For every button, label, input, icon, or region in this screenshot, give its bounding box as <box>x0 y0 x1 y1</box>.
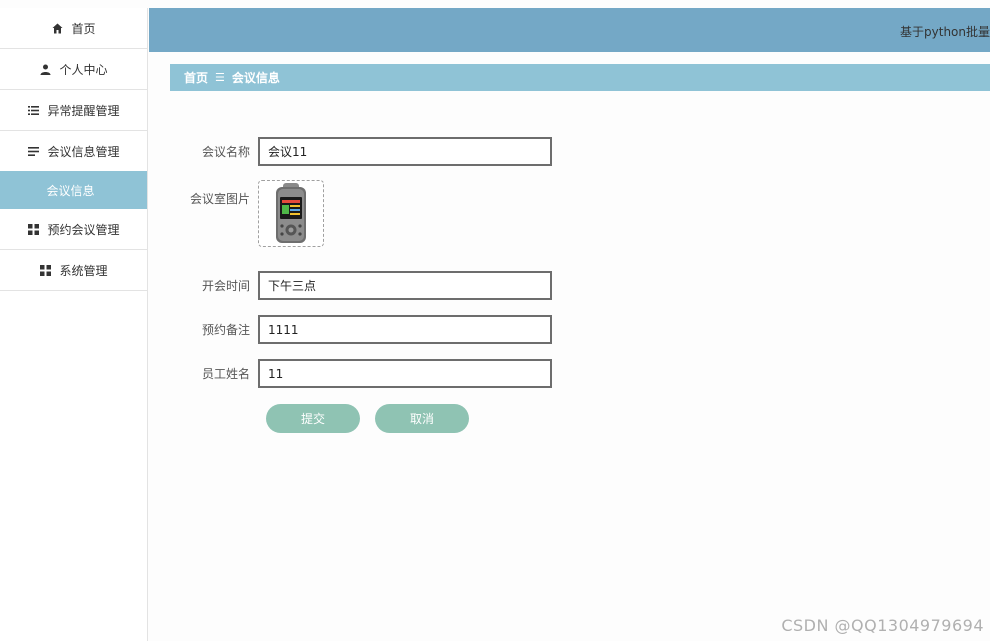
home-icon <box>51 22 63 34</box>
form-row-booking-note: 预约备注 <box>180 315 552 344</box>
sidebar-item-system-management[interactable]: 系统管理 <box>0 250 147 291</box>
sidebar-item-label: 系统管理 <box>59 263 108 278</box>
sidebar-item-label: 预约会议管理 <box>47 222 120 237</box>
system-title: 基于python批量 <box>900 25 990 39</box>
grid-icon <box>39 264 51 276</box>
employee-name-label: 员工姓名 <box>201 367 250 381</box>
form-row-meeting-time: 开会时间 <box>180 271 552 300</box>
employee-name-input[interactable] <box>258 359 552 388</box>
meeting-name-label: 会议名称 <box>201 145 250 159</box>
grid-icon <box>27 223 39 235</box>
submit-button[interactable]: 提交 <box>266 404 360 433</box>
menu-icon <box>27 145 39 157</box>
breadcrumb: 首页 ☰ 会议信息 <box>170 64 990 91</box>
booking-note-label: 预约备注 <box>201 323 250 337</box>
sidebar-item-label: 会议信息 <box>46 183 95 198</box>
sidebar-subitem-meeting-info[interactable]: 会议信息 <box>0 171 147 209</box>
meeting-time-label: 开会时间 <box>201 279 250 293</box>
recorder-device-image <box>276 182 306 243</box>
booking-note-input[interactable] <box>258 315 552 344</box>
meeting-name-input[interactable] <box>258 137 552 166</box>
sidebar: 首页 个人中心 异常提醒管理 会议信息管理 会议信息 预约会议管理 系统管理 <box>0 8 148 641</box>
room-image-label: 会议室图片 <box>189 192 250 206</box>
room-image-upload[interactable] <box>258 180 324 247</box>
sidebar-item-label: 首页 <box>71 21 96 36</box>
breadcrumb-separator-icon: ☰ <box>215 71 225 84</box>
sidebar-item-home[interactable]: 首页 <box>0 8 147 49</box>
form-row-room-image: 会议室图片 <box>180 180 324 247</box>
form-row-meeting-name: 会议名称 <box>180 137 552 166</box>
sidebar-item-booking-management[interactable]: 预约会议管理 <box>0 209 147 250</box>
sidebar-item-profile[interactable]: 个人中心 <box>0 49 147 90</box>
top-bar: 基于python批量 <box>149 8 990 52</box>
sidebar-item-label: 会议信息管理 <box>47 144 120 159</box>
watermark: CSDN @QQ1304979694 <box>781 616 984 635</box>
sidebar-item-label: 异常提醒管理 <box>47 103 120 118</box>
sidebar-item-alerts[interactable]: 异常提醒管理 <box>0 90 147 131</box>
cancel-button[interactable]: 取消 <box>375 404 469 433</box>
form-row-employee-name: 员工姓名 <box>180 359 552 388</box>
breadcrumb-current: 会议信息 <box>231 71 280 85</box>
sidebar-item-label: 个人中心 <box>59 62 108 77</box>
user-icon <box>39 63 51 75</box>
meeting-time-input[interactable] <box>258 271 552 300</box>
sidebar-item-meeting-info-management[interactable]: 会议信息管理 <box>0 131 147 172</box>
breadcrumb-home[interactable]: 首页 <box>184 69 208 86</box>
list-icon <box>27 104 39 116</box>
